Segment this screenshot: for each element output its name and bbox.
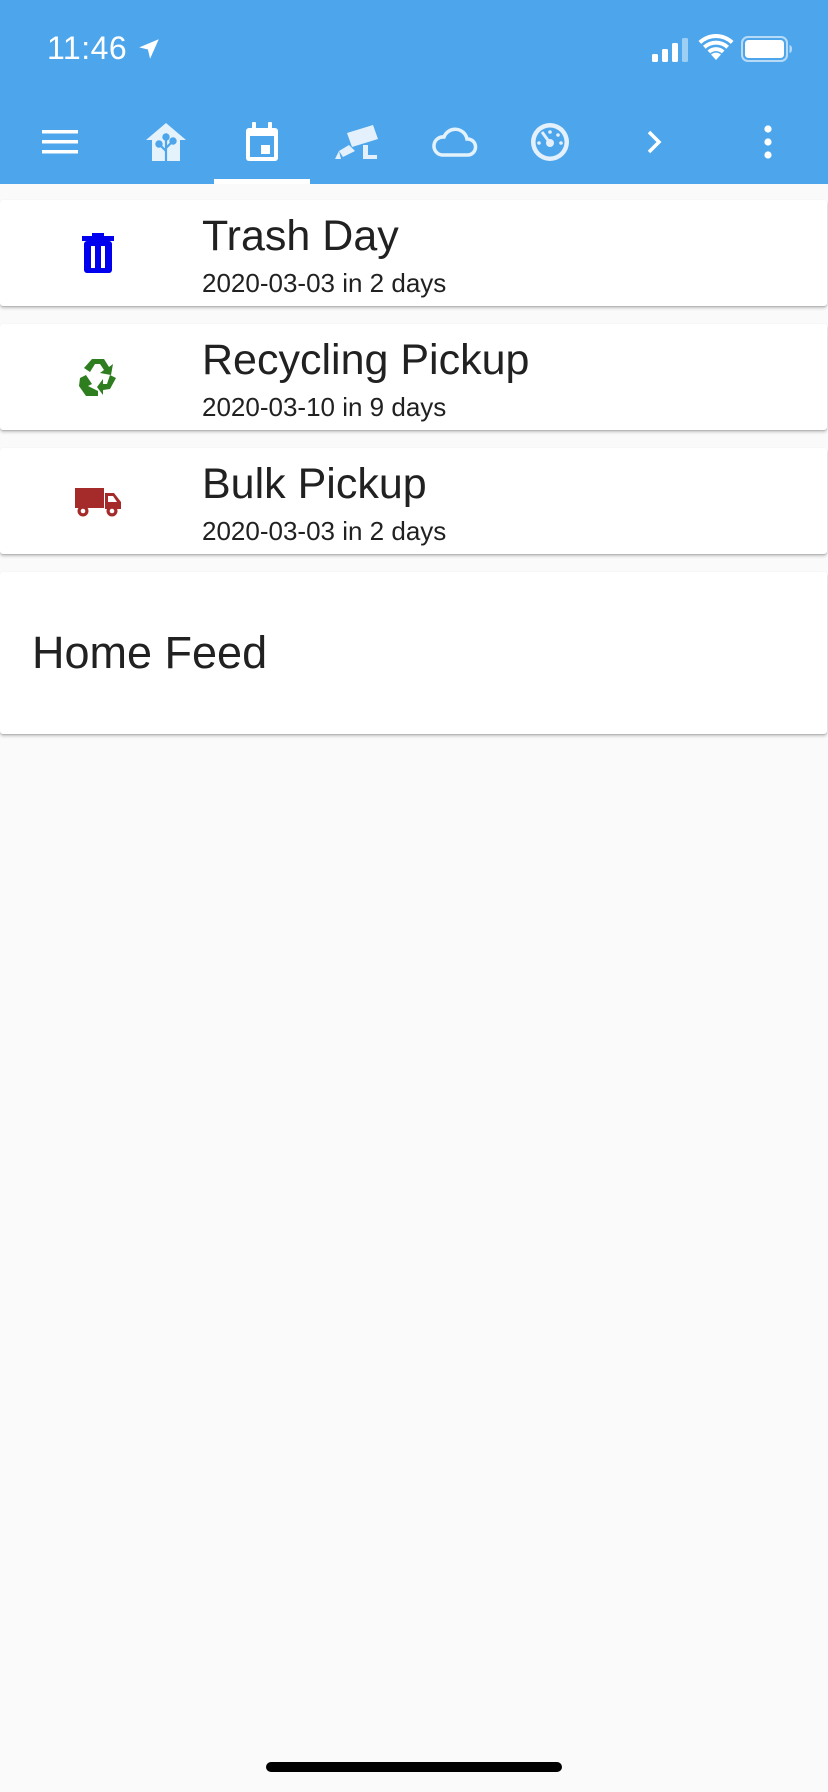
home-feed-title: Home Feed [32, 627, 268, 678]
cloud-icon [432, 127, 478, 157]
menu-button[interactable] [30, 100, 90, 184]
recycle-icon [79, 359, 116, 396]
trash-can-icon [82, 233, 114, 273]
menu-icon [42, 130, 78, 154]
status-bar: 11:46 [0, 0, 828, 100]
home-assistant-icon [146, 123, 186, 161]
row-icon [74, 229, 122, 277]
tab-cameras[interactable] [322, 100, 394, 184]
pickup-date: 2020-03-03 in 2 days [202, 268, 447, 298]
tab-energy[interactable] [514, 100, 586, 184]
home-indicator[interactable] [266, 1762, 562, 1772]
row-icon [74, 353, 122, 401]
app-header: 11:46 [0, 0, 828, 184]
toolbar [0, 100, 828, 184]
cellular-signal-icon [652, 38, 688, 62]
overflow-menu-button[interactable] [740, 100, 796, 184]
tab-home[interactable] [130, 100, 202, 184]
home-feed-card[interactable]: Home Feed [0, 572, 827, 734]
location-arrow-icon [139, 39, 159, 59]
wifi-icon [698, 34, 734, 60]
chevron-right-icon [647, 130, 662, 154]
calendar-icon [246, 122, 278, 161]
trash-day-card[interactable]: Trash Day 2020-03-03 in 2 days [0, 200, 827, 306]
pickup-title: Recycling Pickup [202, 336, 530, 384]
scroll-tabs-right-button[interactable] [626, 100, 682, 184]
dump-truck-icon [75, 488, 121, 517]
pickup-title: Trash Day [202, 212, 399, 260]
battery-icon [741, 36, 792, 62]
status-time: 11:46 [47, 30, 128, 66]
more-vertical-icon [764, 125, 772, 159]
recycling-pickup-card[interactable]: Recycling Pickup 2020-03-10 in 9 days [0, 324, 827, 430]
pickup-date: 2020-03-10 in 9 days [202, 392, 447, 422]
pickup-title: Bulk Pickup [202, 460, 427, 508]
active-tab-indicator [214, 179, 310, 184]
bulk-pickup-card[interactable]: Bulk Pickup 2020-03-03 in 2 days [0, 448, 827, 554]
row-icon [74, 477, 122, 525]
security-camera-icon [335, 125, 378, 159]
gauge-icon [531, 123, 569, 161]
pickup-date: 2020-03-03 in 2 days [202, 516, 447, 546]
tab-calendar[interactable] [226, 100, 298, 184]
tab-weather[interactable] [418, 100, 490, 184]
